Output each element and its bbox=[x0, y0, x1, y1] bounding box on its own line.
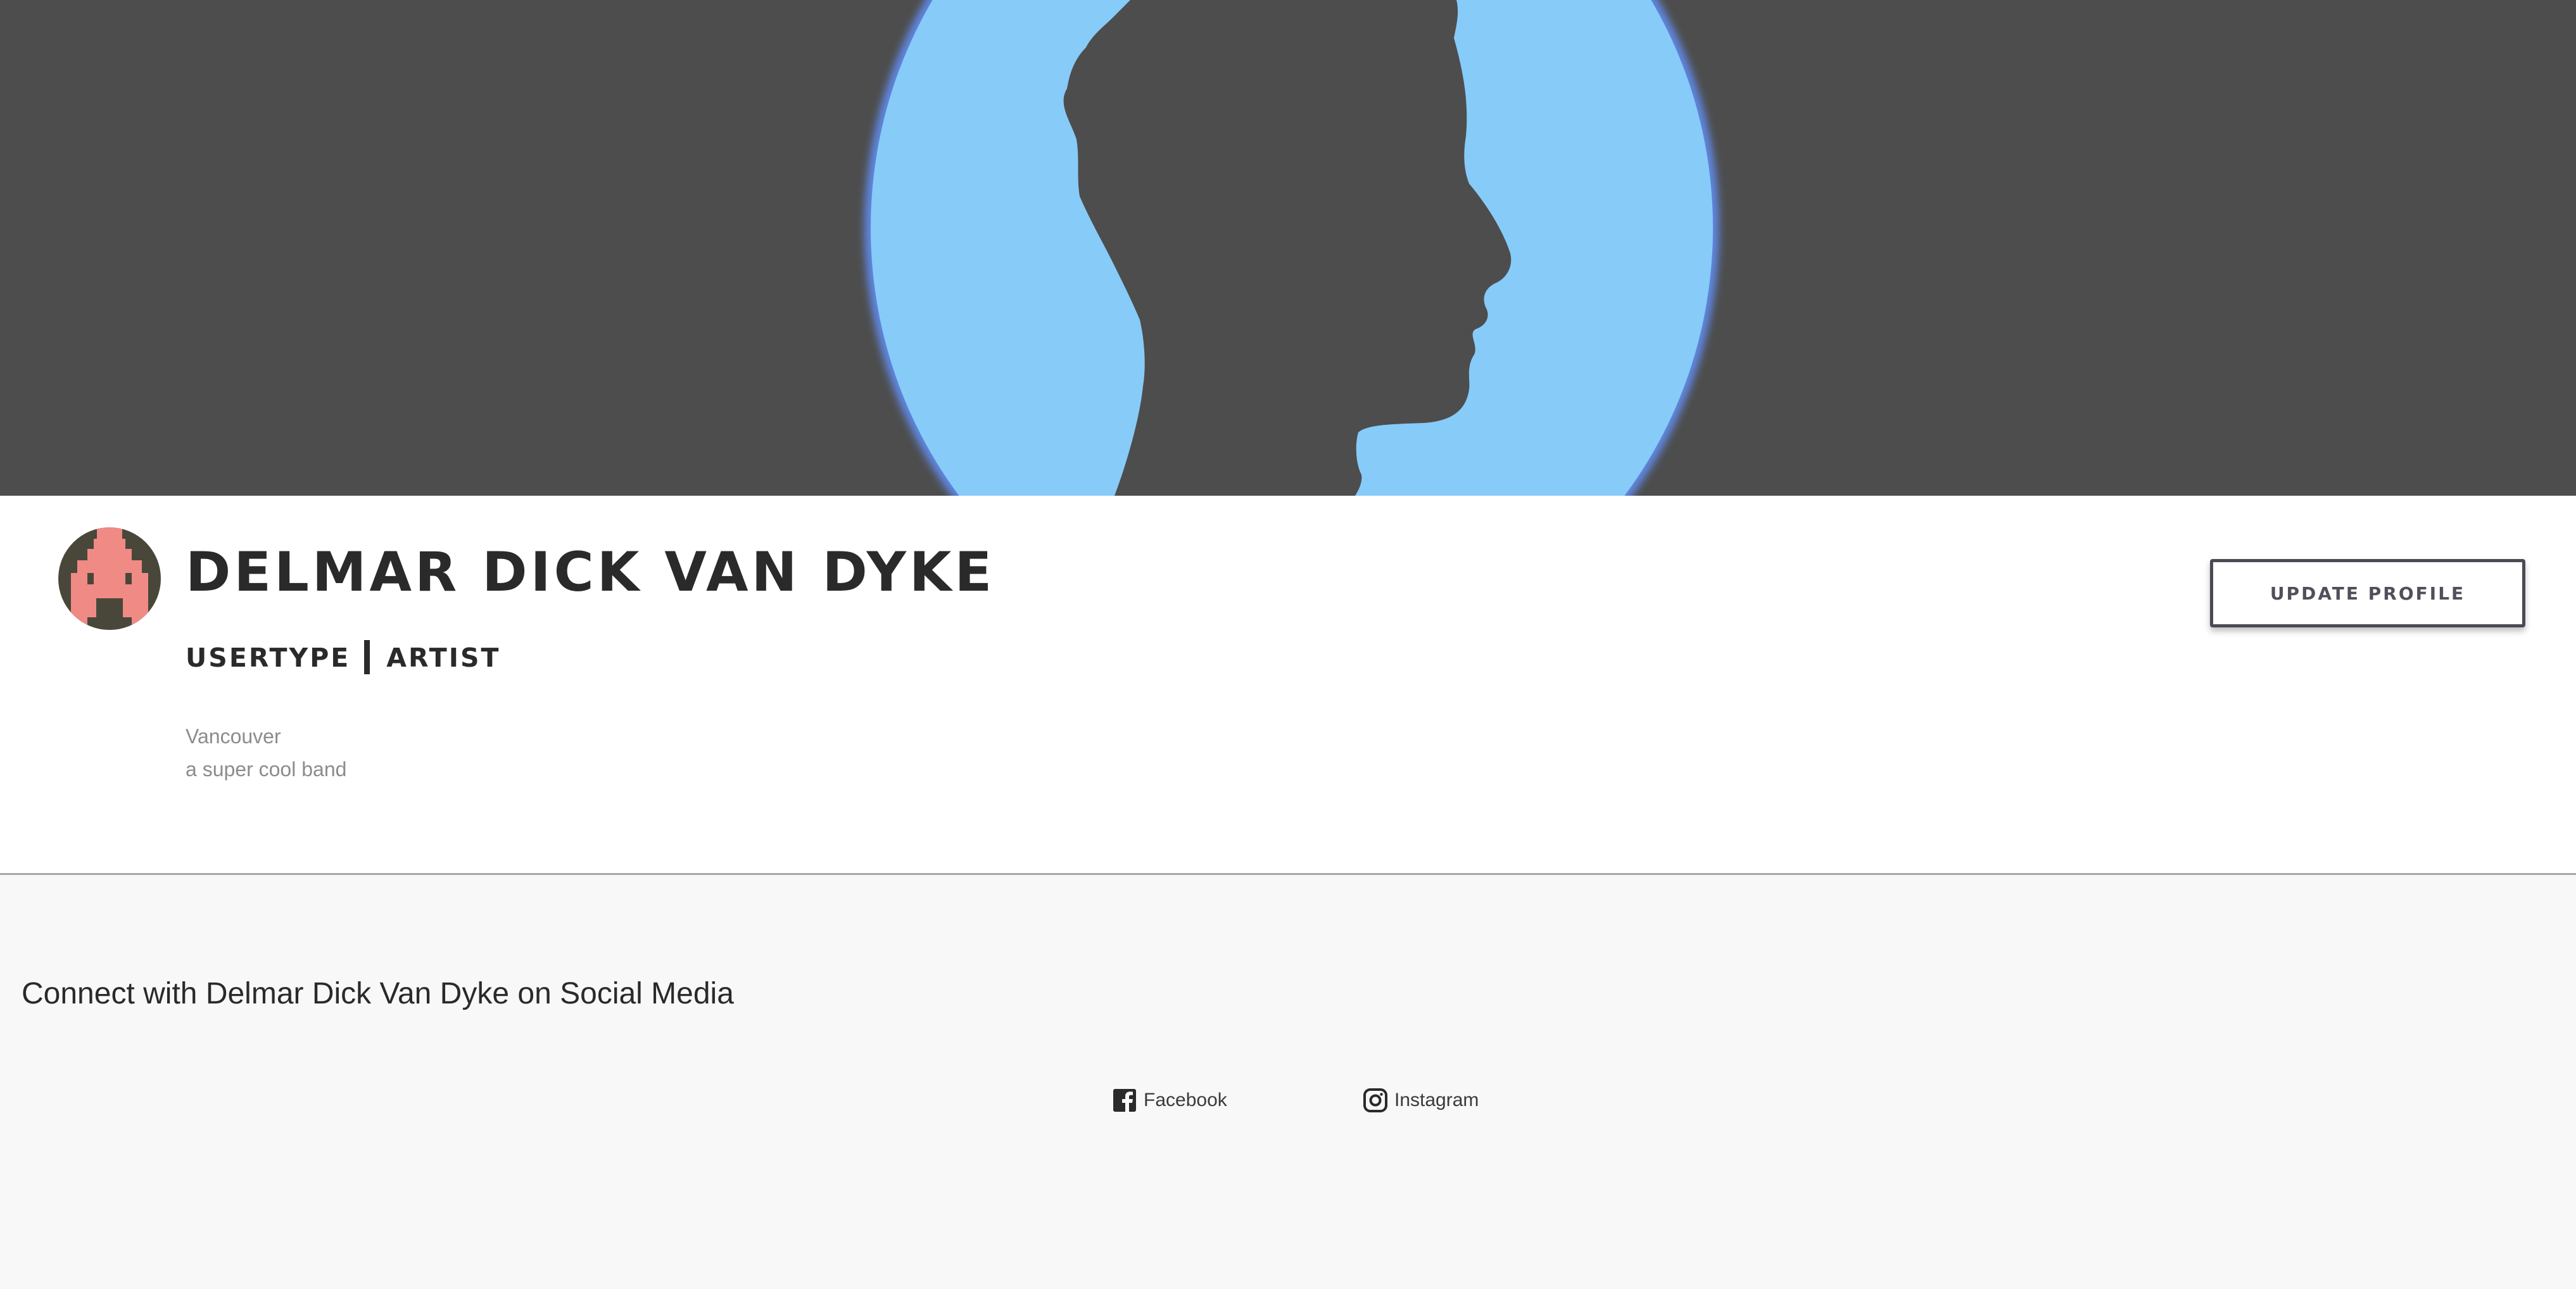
instagram-link[interactable]: Instagram bbox=[1363, 1088, 1479, 1113]
profile-banner-image bbox=[0, 0, 2576, 496]
avatar[interactable] bbox=[58, 527, 161, 630]
social-media-section: Connect with Delmar Dick Van Dyke on Soc… bbox=[0, 875, 2576, 1289]
facebook-label: Facebook bbox=[1144, 1090, 1227, 1110]
profile-page: DELMAR DICK VAN DYKE USERTYPE ARTIST Vanc… bbox=[0, 0, 2576, 1289]
profile-name: DELMAR DICK VAN DYKE bbox=[186, 541, 995, 604]
user-type: USERTYPE ARTIST bbox=[186, 640, 501, 677]
facebook-link[interactable]: Facebook bbox=[1112, 1088, 1227, 1113]
update-profile-button[interactable]: UPDATE PROFILE bbox=[2210, 559, 2525, 627]
instagram-label: Instagram bbox=[1394, 1090, 1479, 1110]
user-type-label: USERTYPE bbox=[186, 643, 351, 673]
profile-header: DELMAR DICK VAN DYKE USERTYPE ARTIST Vanc… bbox=[0, 496, 2576, 874]
profile-location: Vancouver bbox=[186, 725, 281, 748]
user-type-separator bbox=[364, 640, 370, 674]
facebook-icon bbox=[1112, 1088, 1137, 1113]
instagram-icon bbox=[1363, 1088, 1388, 1113]
user-type-value: ARTIST bbox=[386, 643, 501, 673]
social-heading: Connect with Delmar Dick Van Dyke on Soc… bbox=[22, 977, 734, 1010]
profile-bio: a super cool band bbox=[186, 758, 347, 781]
